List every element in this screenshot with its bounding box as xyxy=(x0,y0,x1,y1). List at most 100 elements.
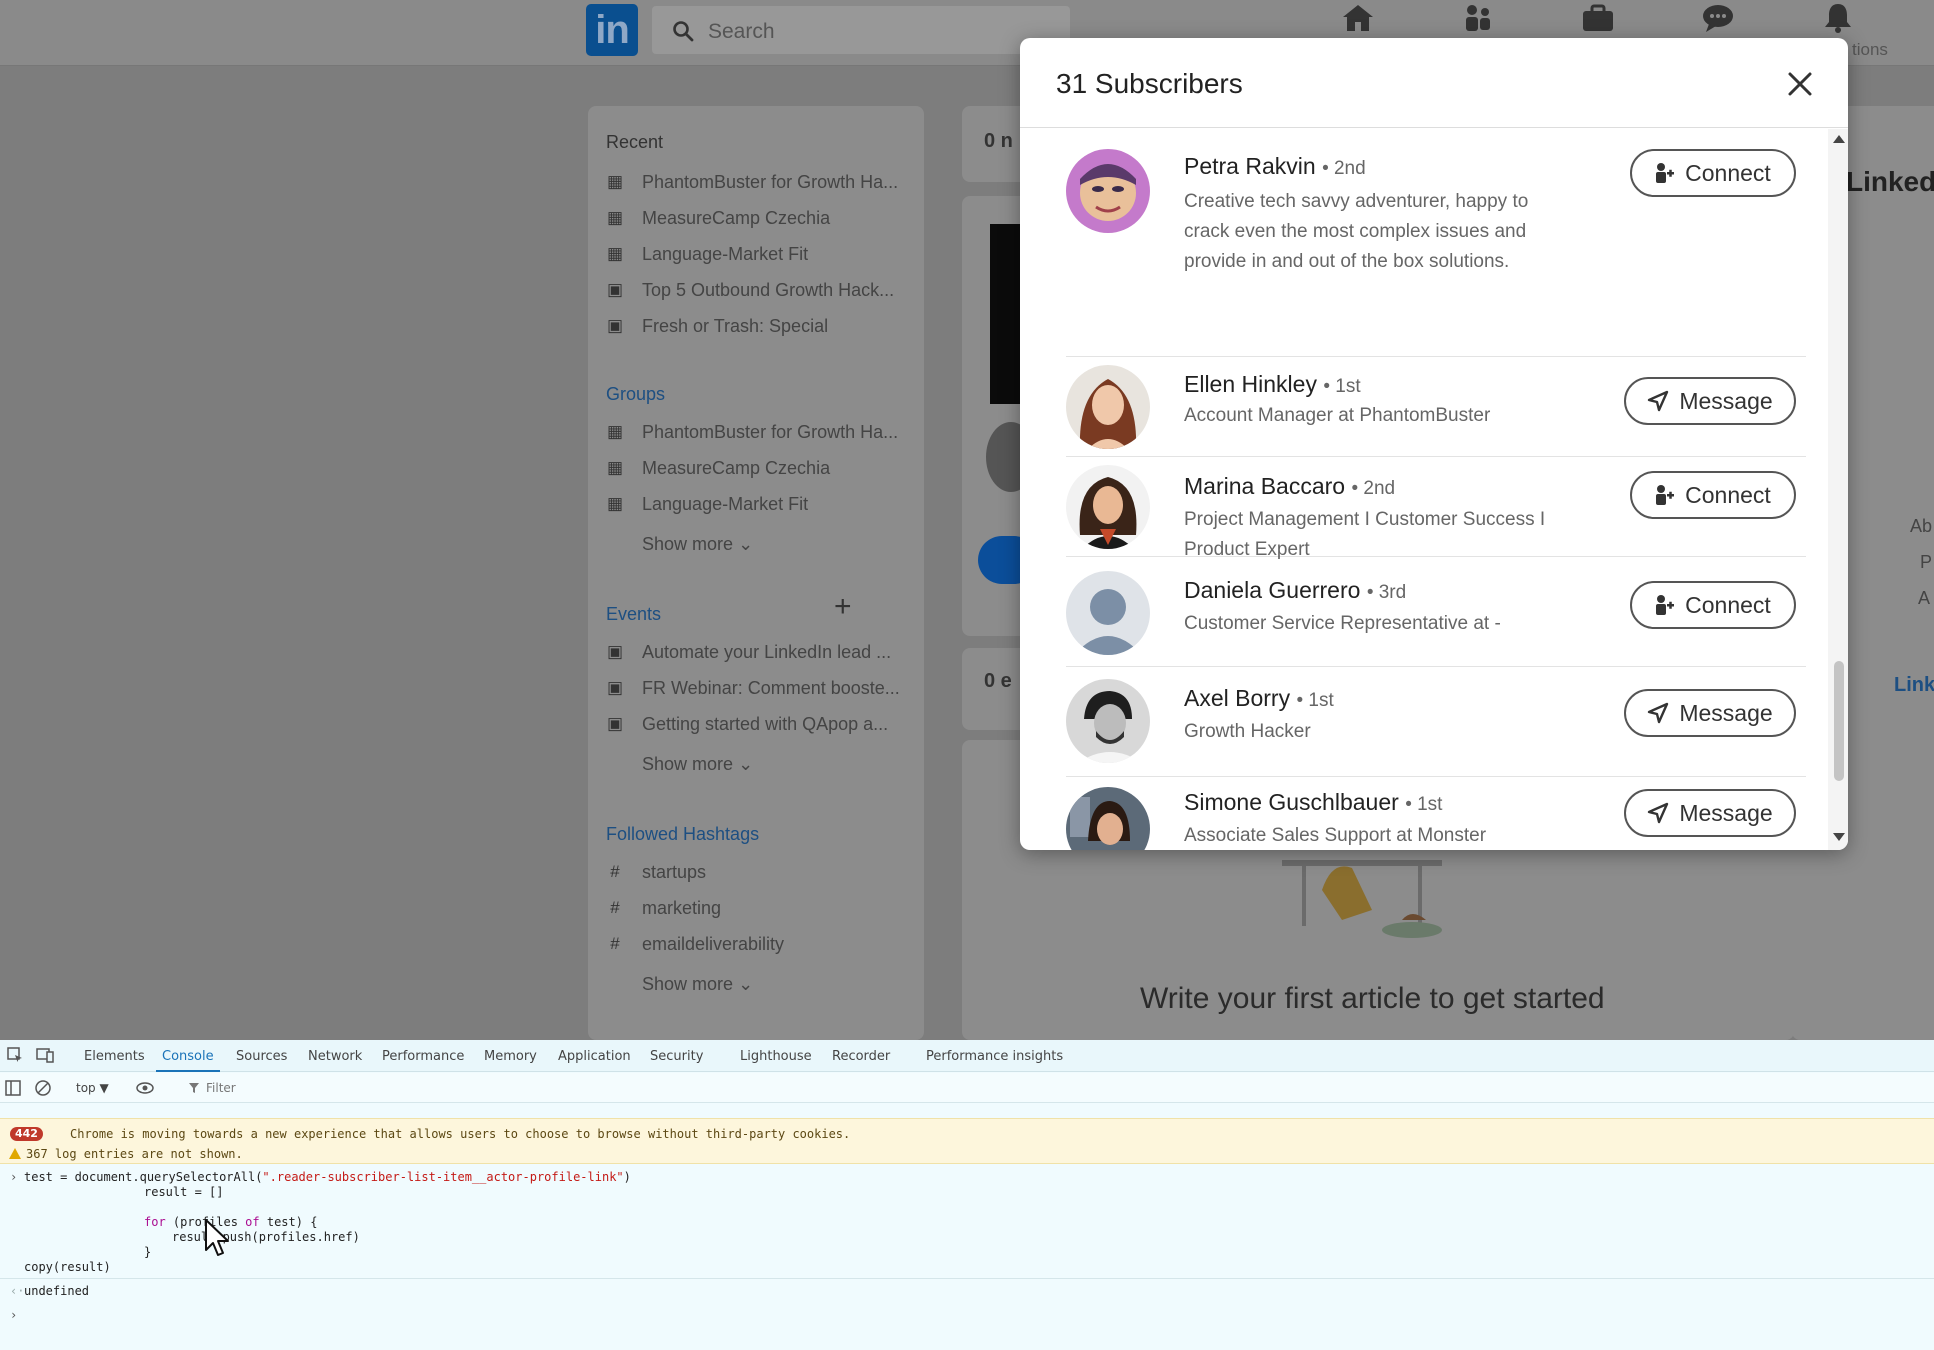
event-item[interactable]: ▣ FR Webinar: Comment booste... xyxy=(606,674,900,702)
eye-icon[interactable] xyxy=(136,1079,154,1097)
messaging-icon[interactable] xyxy=(1700,2,1740,38)
scroll-up-arrow-icon[interactable] xyxy=(1833,135,1845,143)
clear-console-icon[interactable] xyxy=(34,1079,52,1097)
filter-input[interactable]: Filter xyxy=(186,1078,486,1098)
tab-lighthouse[interactable]: Lighthouse xyxy=(740,1049,812,1064)
list-item[interactable]: Ellen Hinkley • 1st Account Manager at P… xyxy=(1066,357,1806,457)
inspect-element-icon[interactable] xyxy=(6,1046,24,1064)
sidebar-toggle-icon[interactable] xyxy=(4,1079,22,1097)
tab-sources[interactable]: Sources xyxy=(236,1049,287,1064)
list-item[interactable]: Petra Rakvin • 2nd Creative tech savvy a… xyxy=(1066,129,1806,357)
subscriber-list[interactable]: Petra Rakvin • 2nd Creative tech savvy a… xyxy=(1020,129,1828,850)
group-item[interactable]: ▦ Language-Market Fit xyxy=(606,490,808,518)
list-item[interactable]: Simone Guschlbauer • 1st Associate Sales… xyxy=(1066,777,1806,850)
chevron-down-icon: ⌄ xyxy=(738,974,754,994)
tab-security[interactable]: Security xyxy=(650,1049,703,1064)
subscriber-name[interactable]: Daniela Guerrero xyxy=(1184,577,1360,603)
warning-message: 367 log entries are not shown. xyxy=(26,1147,243,1161)
recent-item[interactable]: ▦ Language-Market Fit xyxy=(606,240,808,268)
home-icon[interactable] xyxy=(1340,2,1380,38)
subscriber-name-line[interactable]: Daniela Guerrero • 3rd xyxy=(1184,577,1406,604)
hashtags-show-more[interactable]: Show more ⌄ xyxy=(642,974,753,995)
notifications-bell-icon[interactable] xyxy=(1820,2,1860,38)
tab-performance-insights[interactable]: Performance insights xyxy=(926,1049,1063,1064)
subscriber-name-line[interactable]: Axel Borry • 1st xyxy=(1184,685,1334,712)
subscriber-name[interactable]: Ellen Hinkley xyxy=(1184,371,1317,397)
tab-network[interactable]: Network xyxy=(308,1049,362,1064)
hashtag-item[interactable]: # emaildeliverability xyxy=(606,930,784,958)
right-card-label: A xyxy=(1918,588,1931,608)
recent-item[interactable]: ▣ Top 5 Outbound Growth Hack... xyxy=(606,276,894,304)
subscriber-name[interactable]: Axel Borry xyxy=(1184,685,1290,711)
subscriber-name[interactable]: Marina Baccaro xyxy=(1184,473,1345,499)
followed-hashtags-title[interactable]: Followed Hashtags xyxy=(606,824,759,845)
code-keyword: for xyxy=(144,1215,166,1229)
console-code-block[interactable]: test = document.querySelectorAll(".reade… xyxy=(24,1170,631,1185)
context-selector[interactable]: top ▼ xyxy=(76,1081,109,1095)
stats-count: 0 n xyxy=(984,130,1013,152)
tab-console[interactable]: Console xyxy=(156,1049,220,1072)
right-card-link[interactable]: Link xyxy=(1894,674,1934,697)
my-network-icon[interactable] xyxy=(1460,2,1500,38)
message-button[interactable]: Message xyxy=(1624,789,1796,837)
list-item[interactable]: Daniela Guerrero • 3rd Customer Service … xyxy=(1066,557,1806,667)
linkedin-logo[interactable]: in xyxy=(586,4,638,56)
connection-degree: • 2nd xyxy=(1322,158,1366,179)
hashtag-item[interactable]: # startups xyxy=(606,858,706,886)
avatar[interactable] xyxy=(1066,365,1150,449)
connection-degree: • 1st xyxy=(1296,690,1334,711)
devtools-panel: Elements Console Sources Network Perform… xyxy=(0,1040,1934,1350)
mouse-cursor-icon xyxy=(205,1219,229,1256)
close-button[interactable] xyxy=(1780,64,1820,104)
group-item[interactable]: ▦ MeasureCamp Czechia xyxy=(606,454,830,482)
recent-item[interactable]: ▦ PhantomBuster for Growth Ha... xyxy=(606,168,898,196)
avatar[interactable] xyxy=(1066,787,1150,850)
modal-scrollbar[interactable] xyxy=(1828,129,1848,850)
code-keyword: of xyxy=(245,1215,260,1229)
recent-item[interactable]: ▣ Fresh or Trash: Special xyxy=(606,312,828,340)
message-button[interactable]: Message xyxy=(1624,689,1796,737)
device-toolbar-icon[interactable] xyxy=(36,1046,54,1064)
recent-item[interactable]: ▦ MeasureCamp Czechia xyxy=(606,204,830,232)
events-title[interactable]: Events xyxy=(606,604,661,625)
subscriber-headline: Account Manager at PhantomBuster xyxy=(1184,405,1491,426)
avatar[interactable] xyxy=(1066,571,1150,655)
subscriber-name-line[interactable]: Ellen Hinkley • 1st xyxy=(1184,371,1361,398)
list-item[interactable]: Axel Borry • 1st Growth Hacker Message xyxy=(1066,667,1806,777)
subscriber-name-line[interactable]: Simone Guschlbauer • 1st xyxy=(1184,789,1442,816)
subscriber-name-line[interactable]: Petra Rakvin • 2nd xyxy=(1184,153,1366,180)
event-item[interactable]: ▣ Getting started with QApop a... xyxy=(606,710,888,738)
avatar[interactable] xyxy=(1066,679,1150,763)
avatar[interactable] xyxy=(1066,149,1150,233)
tab-performance[interactable]: Performance xyxy=(382,1049,464,1064)
dark-media-block xyxy=(990,224,1024,404)
calendar-icon: ▣ xyxy=(606,678,624,697)
connect-button[interactable]: Connect xyxy=(1630,581,1796,629)
add-event-plus-icon[interactable]: + xyxy=(834,590,852,624)
jobs-briefcase-icon[interactable] xyxy=(1580,2,1620,38)
modal-title: 31 Subscribers xyxy=(1056,68,1243,99)
subscriber-name-line[interactable]: Marina Baccaro • 2nd xyxy=(1184,473,1395,500)
group-item[interactable]: ▦ PhantomBuster for Growth Ha... xyxy=(606,418,898,446)
issues-badge[interactable]: 442 xyxy=(10,1127,43,1141)
tab-recorder[interactable]: Recorder xyxy=(832,1049,890,1064)
scroll-thumb[interactable] xyxy=(1834,661,1844,781)
groups-title[interactable]: Groups xyxy=(606,384,665,405)
search-box[interactable]: Search xyxy=(652,6,1070,54)
message-button[interactable]: Message xyxy=(1624,377,1796,425)
hashtag-item[interactable]: # marketing xyxy=(606,894,721,922)
events-show-more[interactable]: Show more ⌄ xyxy=(642,754,753,775)
connect-button[interactable]: Connect xyxy=(1630,149,1796,197)
groups-show-more[interactable]: Show more ⌄ xyxy=(642,534,753,555)
tab-application[interactable]: Application xyxy=(558,1049,631,1064)
event-item[interactable]: ▣ Automate your LinkedIn lead ... xyxy=(606,638,891,666)
tab-elements[interactable]: Elements xyxy=(84,1049,145,1064)
list-item[interactable]: Marina Baccaro • 2nd Project Management … xyxy=(1066,457,1806,560)
avatar[interactable] xyxy=(1066,465,1150,549)
hashtag-icon: # xyxy=(610,862,620,881)
tab-memory[interactable]: Memory xyxy=(484,1049,537,1064)
subscriber-name[interactable]: Petra Rakvin xyxy=(1184,153,1316,179)
scroll-down-arrow-icon[interactable] xyxy=(1833,833,1845,841)
subscriber-name[interactable]: Simone Guschlbauer xyxy=(1184,789,1399,815)
connect-button[interactable]: Connect xyxy=(1630,471,1796,519)
